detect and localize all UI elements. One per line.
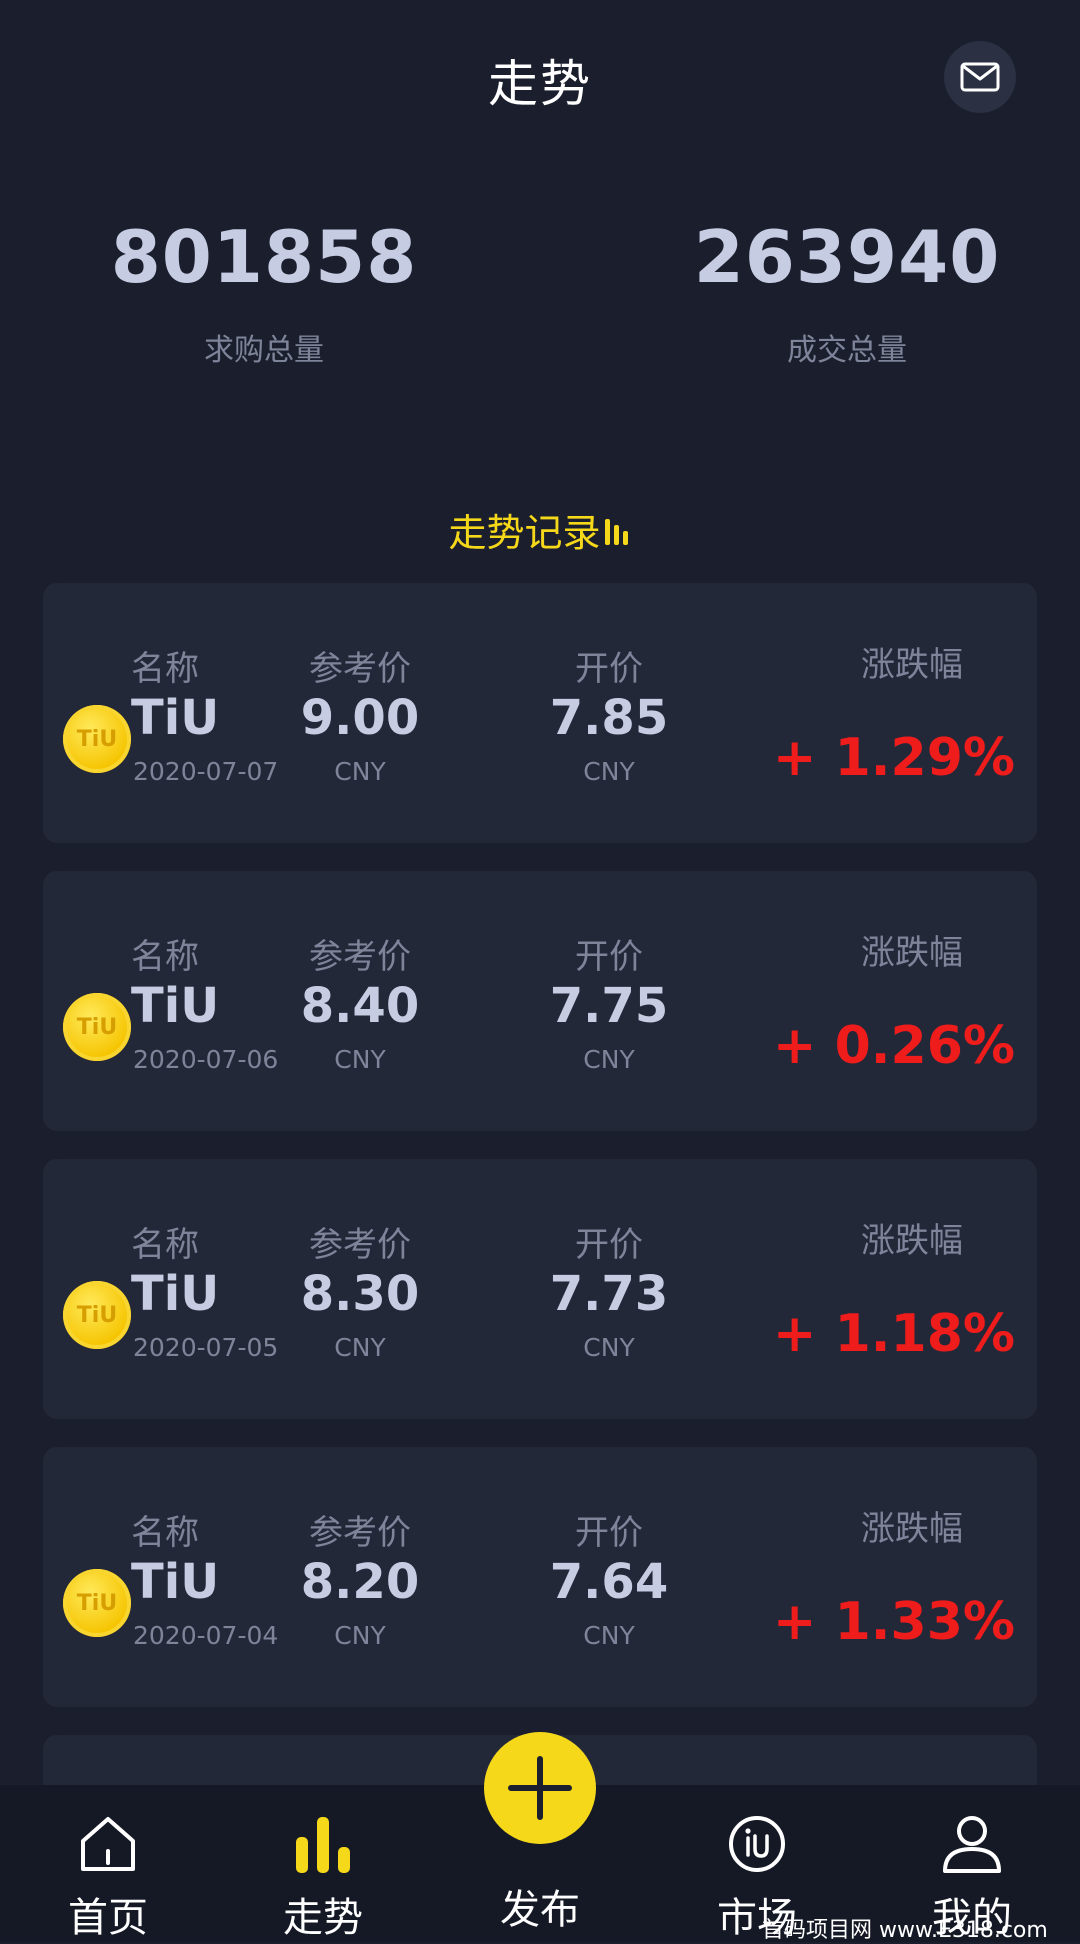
coin-icon: TiU bbox=[63, 1569, 131, 1637]
record-date: 2020-07-07 bbox=[133, 757, 279, 786]
publish-button[interactable] bbox=[484, 1732, 596, 1844]
tab-home[interactable]: 首页 bbox=[28, 1785, 188, 1942]
ref-price-unit: CNY bbox=[334, 1333, 386, 1362]
name-label: 名称 bbox=[131, 937, 199, 977]
change-label: 涨跌幅 bbox=[861, 933, 963, 973]
trend-record-list: 名称 参考价 开价 涨跌幅 TiU TiU 2020-07-07 9.00 CN… bbox=[43, 583, 1037, 1815]
ref-price-value: 8.30 bbox=[300, 1266, 420, 1322]
ref-price-value: 8.20 bbox=[300, 1554, 420, 1610]
ref-price-value: 8.40 bbox=[300, 978, 420, 1034]
stats-summary: 801858 求购总量 263940 成交总量 bbox=[0, 210, 1080, 410]
change-label: 涨跌幅 bbox=[861, 1509, 963, 1549]
change-value: + 1.29% bbox=[772, 728, 1015, 788]
coin-name: TiU bbox=[131, 1266, 220, 1322]
record-card[interactable]: 名称 参考价 开价 涨跌幅 TiU TiU 2020-07-05 8.30 CN… bbox=[43, 1159, 1037, 1419]
open-price-value: 7.75 bbox=[549, 978, 669, 1034]
tab-publish-label: 发布 bbox=[500, 1887, 580, 1933]
name-label: 名称 bbox=[131, 649, 199, 689]
user-icon bbox=[943, 1816, 1001, 1873]
open-price-unit: CNY bbox=[583, 1621, 635, 1650]
section-title-text: 走势记录 bbox=[448, 511, 601, 555]
mail-button[interactable] bbox=[944, 41, 1016, 113]
name-label: 名称 bbox=[131, 1225, 199, 1265]
home-icon bbox=[81, 1817, 135, 1871]
change-value: + 1.18% bbox=[772, 1304, 1015, 1364]
tab-trend-label: 走势 bbox=[283, 1895, 363, 1941]
stat-deal-total-label: 成交总量 bbox=[787, 333, 907, 368]
change-value: + 0.26% bbox=[772, 1016, 1015, 1076]
tab-trend[interactable]: 走势 bbox=[243, 1785, 403, 1942]
open-price-label: 开价 bbox=[575, 1225, 643, 1265]
ref-price-value: 9.00 bbox=[300, 690, 420, 746]
open-price-label: 开价 bbox=[575, 1513, 643, 1553]
record-card[interactable]: 名称 参考价 开价 涨跌幅 TiU TiU 2020-07-07 9.00 CN… bbox=[43, 583, 1037, 843]
ref-price-label: 参考价 bbox=[309, 937, 411, 977]
ref-price-label: 参考价 bbox=[309, 1225, 411, 1265]
ref-price-label: 参考价 bbox=[309, 649, 411, 689]
ref-price-unit: CNY bbox=[334, 757, 386, 786]
coin-name: TiU bbox=[131, 978, 220, 1034]
name-label: 名称 bbox=[131, 1513, 199, 1553]
open-price-unit: CNY bbox=[583, 757, 635, 786]
coin-icon: TiU bbox=[63, 705, 131, 773]
page-title: 走势 bbox=[488, 55, 592, 113]
open-price-value: 7.85 bbox=[549, 690, 669, 746]
record-card[interactable]: 名称 参考价 开价 涨跌幅 TiU TiU 2020-07-04 8.20 CN… bbox=[43, 1447, 1037, 1707]
open-price-value: 7.73 bbox=[549, 1266, 669, 1322]
change-value: + 1.33% bbox=[772, 1592, 1015, 1652]
tab-home-label: 首页 bbox=[68, 1895, 148, 1941]
open-price-label: 开价 bbox=[575, 937, 643, 977]
coin-name: TiU bbox=[131, 1554, 220, 1610]
record-date: 2020-07-04 bbox=[133, 1621, 279, 1650]
coin-name: TiU bbox=[131, 690, 220, 746]
section-title: 走势记录 bbox=[0, 502, 1080, 557]
open-price-unit: CNY bbox=[583, 1333, 635, 1362]
plus-icon bbox=[508, 1756, 572, 1820]
mail-icon bbox=[960, 62, 1000, 92]
coin-icon: TiU bbox=[63, 993, 131, 1061]
record-date: 2020-07-06 bbox=[133, 1045, 279, 1074]
bar-chart-small-icon bbox=[604, 515, 632, 545]
market-icon bbox=[729, 1816, 785, 1872]
coin-icon: TiU bbox=[63, 1281, 131, 1349]
open-price-value: 7.64 bbox=[549, 1554, 669, 1610]
ref-price-unit: CNY bbox=[334, 1621, 386, 1650]
open-price-unit: CNY bbox=[583, 1045, 635, 1074]
stat-deal-total-value: 263940 bbox=[693, 215, 1001, 299]
stat-buy-total-value: 801858 bbox=[110, 215, 418, 299]
ref-price-label: 参考价 bbox=[309, 1513, 411, 1553]
change-label: 涨跌幅 bbox=[861, 645, 963, 685]
bar-chart-icon bbox=[296, 1817, 350, 1873]
stat-buy-total-label: 求购总量 bbox=[204, 333, 324, 368]
change-label: 涨跌幅 bbox=[861, 1221, 963, 1261]
stat-deal-total: 263940 成交总量 bbox=[647, 210, 1047, 369]
open-price-label: 开价 bbox=[575, 649, 643, 689]
record-date: 2020-07-05 bbox=[133, 1333, 279, 1362]
watermark-text: 首码项目网 www.E318.com bbox=[762, 1918, 1048, 1943]
stat-buy-total: 801858 求购总量 bbox=[64, 210, 464, 369]
ref-price-unit: CNY bbox=[334, 1045, 386, 1074]
app-header: 走势 bbox=[0, 0, 1080, 160]
record-card[interactable]: 名称 参考价 开价 涨跌幅 TiU TiU 2020-07-06 8.40 CN… bbox=[43, 871, 1037, 1131]
